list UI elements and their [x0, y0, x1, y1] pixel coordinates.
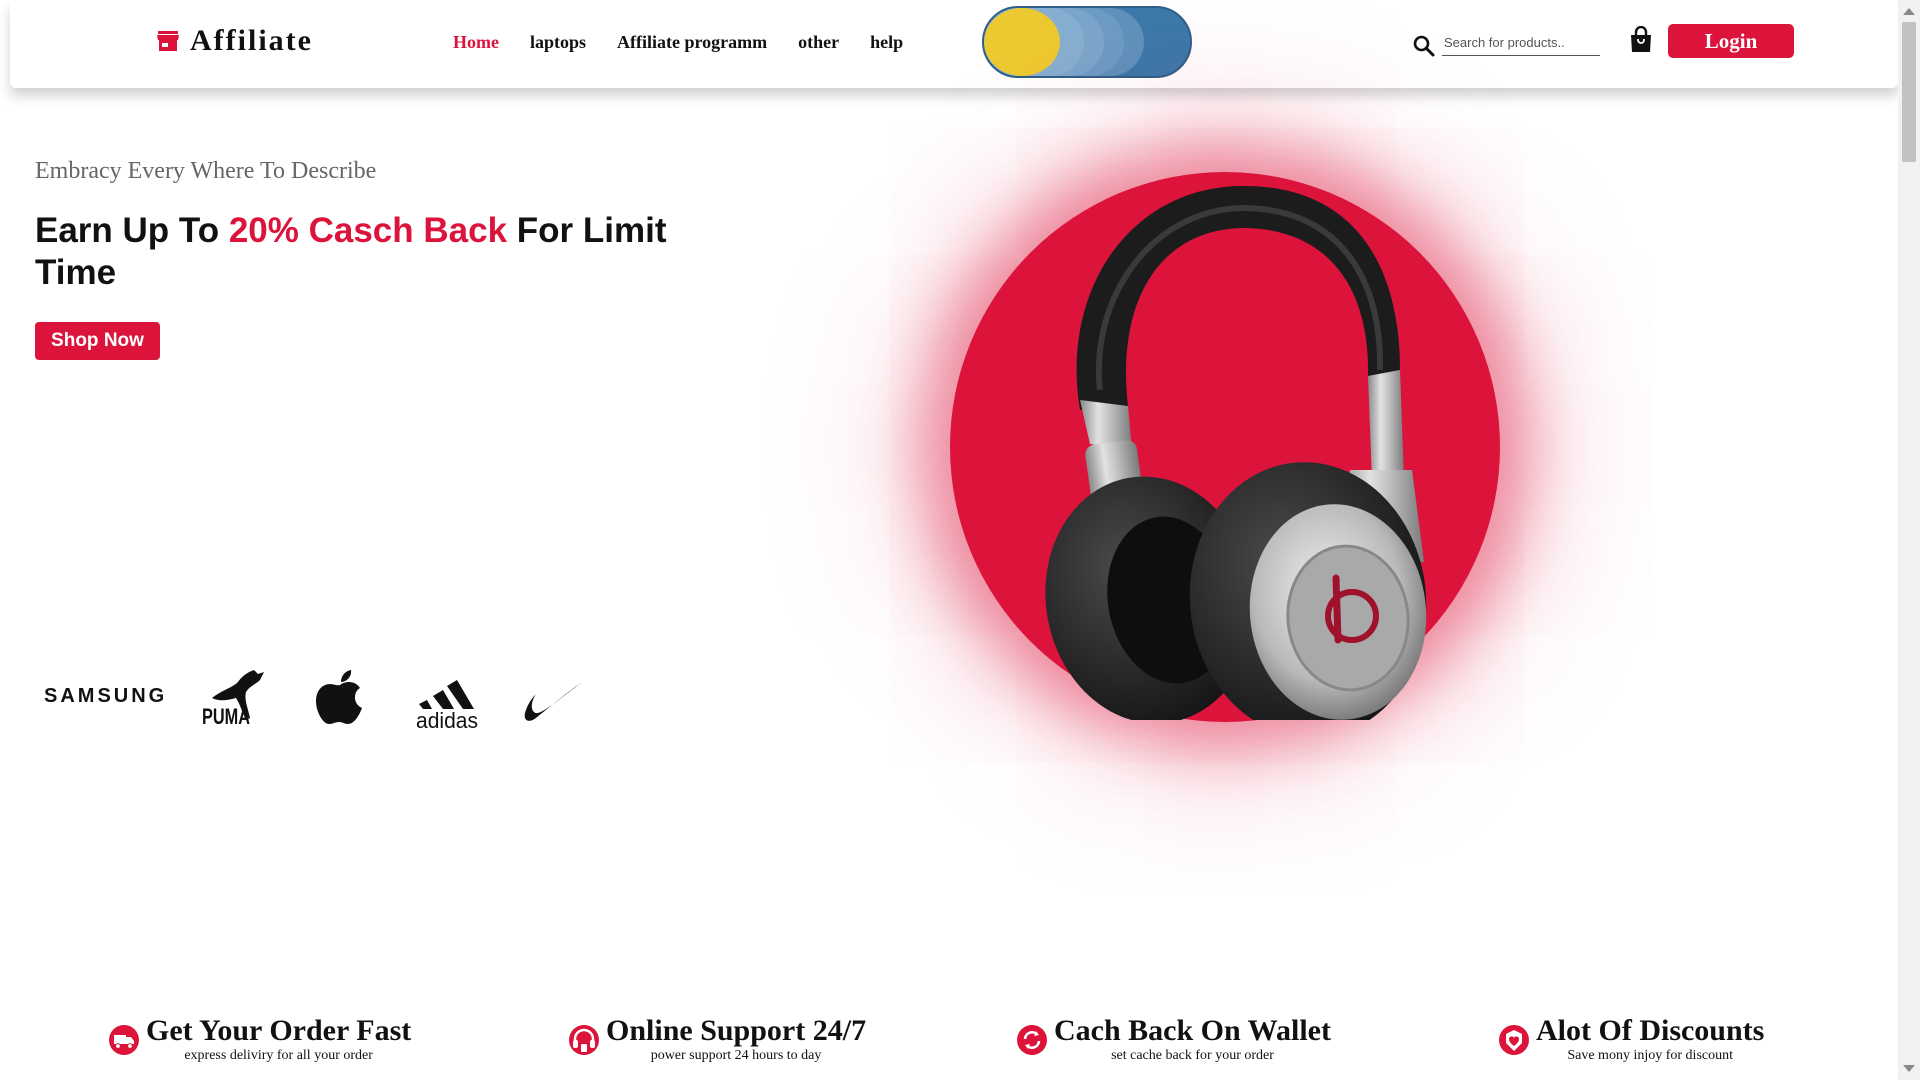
- feature-discounts: Alot Of Discounts Save mony injoy for di…: [1498, 1014, 1764, 1064]
- feature-text: Get Your Order Fast express deliviry for…: [146, 1014, 411, 1064]
- refresh-icon: [1017, 1025, 1047, 1055]
- truck-icon: [109, 1025, 139, 1055]
- scroll-thumb[interactable]: [1902, 22, 1916, 162]
- scroll-up-icon[interactable]: [1903, 8, 1915, 15]
- nav-other[interactable]: other: [798, 32, 839, 53]
- main-nav: Home laptops Affiliate programm other he…: [453, 32, 903, 53]
- logo[interactable]: Affiliate: [156, 24, 313, 58]
- nav-home[interactable]: Home: [453, 32, 499, 53]
- puma-logo[interactable]: PUMA: [202, 668, 268, 731]
- feature-desc: express deliviry for all your order: [184, 1048, 373, 1063]
- feature-fast-order: Get Your Order Fast express deliviry for…: [108, 1014, 411, 1064]
- nike-swoosh-icon: [524, 682, 582, 721]
- feature-text: Cach Back On Wallet set cache back for y…: [1054, 1014, 1331, 1064]
- shop-now-button[interactable]: Shop Now: [35, 322, 160, 360]
- feature-title: Get Your Order Fast: [146, 1014, 412, 1047]
- feature-online-support: Online Support 24/7 power support 24 hou…: [568, 1014, 866, 1064]
- logo-text: Affiliate: [190, 24, 313, 57]
- feature-title: Online Support 24/7: [606, 1014, 867, 1047]
- store-icon: [157, 31, 179, 51]
- feature-desc: set cache back for your order: [1111, 1048, 1274, 1063]
- adidas-logo[interactable]: adidas: [413, 664, 479, 735]
- hero-title: Earn Up To 20% Casch Back For Limit Time: [35, 210, 675, 294]
- adidas-stripes-icon: adidas: [416, 680, 478, 733]
- theme-toggle[interactable]: [982, 6, 1192, 78]
- puma-cat-icon: PUMA: [202, 670, 264, 729]
- page-scrollbar[interactable]: [1898, 0, 1920, 1080]
- toggle-knob: [984, 8, 1060, 76]
- search-bar: [1412, 28, 1600, 58]
- feature-desc: power support 24 hours to day: [650, 1048, 822, 1063]
- site-header: Affiliate Home laptops Affiliate program…: [10, 0, 1898, 88]
- nav-laptops[interactable]: laptops: [530, 32, 586, 53]
- adidas-wordmark: adidas: [416, 708, 478, 730]
- apple-logo[interactable]: [315, 668, 365, 731]
- puma-wordmark: PUMA: [202, 704, 250, 726]
- feature-text: Online Support 24/7 power support 24 hou…: [606, 1014, 866, 1064]
- shopping-bag-icon[interactable]: [1628, 26, 1654, 54]
- headset-icon: [569, 1025, 599, 1055]
- search-icon[interactable]: [1412, 34, 1436, 58]
- nav-affiliate-program[interactable]: Affiliate programm: [617, 32, 767, 53]
- feature-title: Alot Of Discounts: [1536, 1014, 1765, 1047]
- hero-title-pre: Earn Up To: [35, 211, 229, 250]
- hero-title-accent: 20% Casch Back: [228, 211, 508, 250]
- brand-logos: SAMSUNG PUMA adidas: [40, 660, 600, 733]
- heart-badge-icon: [1499, 1025, 1529, 1055]
- samsung-wordmark: SAMSUNG: [44, 685, 168, 707]
- feature-desc: Save mony injoy for discount: [1567, 1048, 1733, 1063]
- feature-cashback: Cach Back On Wallet set cache back for y…: [1016, 1014, 1331, 1064]
- headphones-image: [1045, 185, 1427, 720]
- nav-help[interactable]: help: [870, 32, 903, 53]
- scroll-down-icon[interactable]: [1903, 1065, 1915, 1072]
- samsung-logo[interactable]: SAMSUNG: [44, 685, 167, 708]
- feature-text: Alot Of Discounts Save mony injoy for di…: [1536, 1014, 1764, 1064]
- feature-title: Cach Back On Wallet: [1054, 1014, 1331, 1047]
- login-button[interactable]: Login: [1668, 24, 1794, 58]
- search-input[interactable]: [1442, 30, 1600, 56]
- nike-logo[interactable]: [520, 668, 584, 731]
- hero-subtitle: Embracy Every Where To Describe: [35, 158, 377, 184]
- apple-icon: [316, 670, 362, 724]
